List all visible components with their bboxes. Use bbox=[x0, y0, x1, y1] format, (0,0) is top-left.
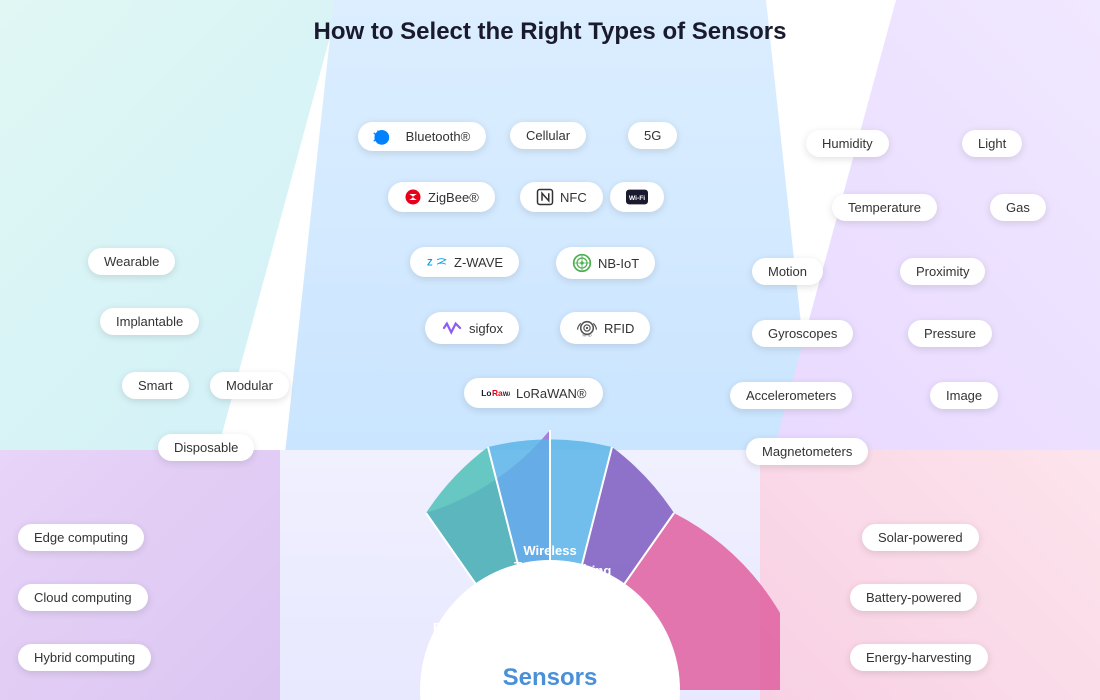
donut-chart: Processing Technology Form Wireless Tech… bbox=[320, 380, 780, 700]
pill-implantable: Implantable bbox=[100, 308, 199, 335]
pill-bluetooth: ⬤ Bluetooth® bbox=[358, 122, 486, 151]
pill-motion: Motion bbox=[752, 258, 823, 285]
rfid-label: RFID bbox=[604, 321, 634, 336]
humidity-label: Humidity bbox=[822, 136, 873, 151]
battery-label: Battery-powered bbox=[866, 590, 961, 605]
pill-zigbee: ZigBee® bbox=[388, 182, 495, 212]
zigbee-label: ZigBee® bbox=[428, 190, 479, 205]
5g-label: 5G bbox=[644, 128, 661, 143]
hybrid-label: Hybrid computing bbox=[34, 650, 135, 665]
pill-5g: 5G bbox=[628, 122, 677, 149]
pill-nfc: NFC bbox=[520, 182, 603, 212]
sigfox-label: sigfox bbox=[469, 321, 503, 336]
sensing-segment-label: Sensing bbox=[561, 563, 612, 578]
nbiot-label: NB-IoT bbox=[598, 256, 639, 271]
pill-proximity: Proximity bbox=[900, 258, 985, 285]
processing-segment-label2: Technology bbox=[432, 636, 505, 651]
proximity-label: Proximity bbox=[916, 264, 969, 279]
sensing-segment-label2: Technology bbox=[550, 579, 623, 594]
pill-temperature: Temperature bbox=[832, 194, 937, 221]
pill-rfid: RFID RFID bbox=[560, 312, 650, 344]
modular-label: Modular bbox=[226, 378, 273, 393]
wearable-label: Wearable bbox=[104, 254, 159, 269]
zigbee-icon bbox=[404, 188, 422, 206]
pill-hybrid: Hybrid computing bbox=[18, 644, 151, 671]
svg-text:RFID: RFID bbox=[582, 333, 591, 338]
pill-disposable: Disposable bbox=[158, 434, 254, 461]
nbiot-icon bbox=[572, 253, 592, 273]
zwave-label: Z-WAVE bbox=[454, 255, 503, 270]
cloud-label: Cloud computing bbox=[34, 590, 132, 605]
pill-wifi: Wi-Fi bbox=[610, 182, 664, 212]
edge-label: Edge computing bbox=[34, 530, 128, 545]
smart-label: Smart bbox=[138, 378, 173, 393]
image-label: Image bbox=[946, 388, 982, 403]
pressure-label: Pressure bbox=[924, 326, 976, 341]
pill-cellular: Cellular bbox=[510, 122, 586, 149]
nfc-icon bbox=[536, 188, 554, 206]
wireless-segment-label: Wireless bbox=[523, 543, 576, 558]
energy-label: Energy-harvesting bbox=[866, 650, 972, 665]
pill-sigfox: sigfox bbox=[425, 312, 519, 344]
pill-battery: Battery-powered bbox=[850, 584, 977, 611]
page-title: How to Select the Right Types of Sensors bbox=[0, 18, 1100, 46]
pill-nbiot: NB-IoT bbox=[556, 247, 655, 279]
power-segment-label2: Source bbox=[616, 634, 660, 649]
pill-cloud: Cloud computing bbox=[18, 584, 148, 611]
zwave-icon: Z bbox=[426, 253, 448, 271]
gas-label: Gas bbox=[1006, 200, 1030, 215]
pill-pressure: Pressure bbox=[908, 320, 992, 347]
pill-gas: Gas bbox=[990, 194, 1046, 221]
pill-image: Image bbox=[930, 382, 998, 409]
gyroscopes-label: Gyroscopes bbox=[768, 326, 837, 341]
nfc-label: NFC bbox=[560, 190, 587, 205]
motion-label: Motion bbox=[768, 264, 807, 279]
svg-text:Wi-Fi: Wi-Fi bbox=[629, 195, 645, 202]
pill-solar: Solar-powered bbox=[862, 524, 979, 551]
rfid-icon: RFID bbox=[576, 318, 598, 338]
processing-segment-label: Processing bbox=[433, 620, 503, 635]
pill-humidity: Humidity bbox=[806, 130, 889, 157]
pill-gyroscopes: Gyroscopes bbox=[752, 320, 853, 347]
pill-wearable: Wearable bbox=[88, 248, 175, 275]
disposable-label: Disposable bbox=[174, 440, 238, 455]
wifi-icon: Wi-Fi bbox=[626, 188, 648, 206]
solar-label: Solar-powered bbox=[878, 530, 963, 545]
svg-text:Z: Z bbox=[427, 257, 433, 267]
pill-zwave: Z Z-WAVE bbox=[410, 247, 519, 277]
pill-light: Light bbox=[962, 130, 1022, 157]
temperature-label: Temperature bbox=[848, 200, 921, 215]
bluetooth-svg bbox=[370, 129, 386, 145]
sigfox-icon bbox=[441, 318, 463, 338]
pill-edge: Edge computing bbox=[18, 524, 144, 551]
pill-modular: Modular bbox=[210, 372, 289, 399]
implantable-label: Implantable bbox=[116, 314, 183, 329]
cellular-label: Cellular bbox=[526, 128, 570, 143]
sensors-center-label: Sensors bbox=[503, 664, 598, 691]
power-segment-label: Power bbox=[618, 618, 657, 633]
light-label: Light bbox=[978, 136, 1006, 151]
pill-energy: Energy-harvesting bbox=[850, 644, 988, 671]
pill-smart: Smart bbox=[122, 372, 189, 399]
bluetooth-label: Bluetooth® bbox=[396, 129, 471, 144]
